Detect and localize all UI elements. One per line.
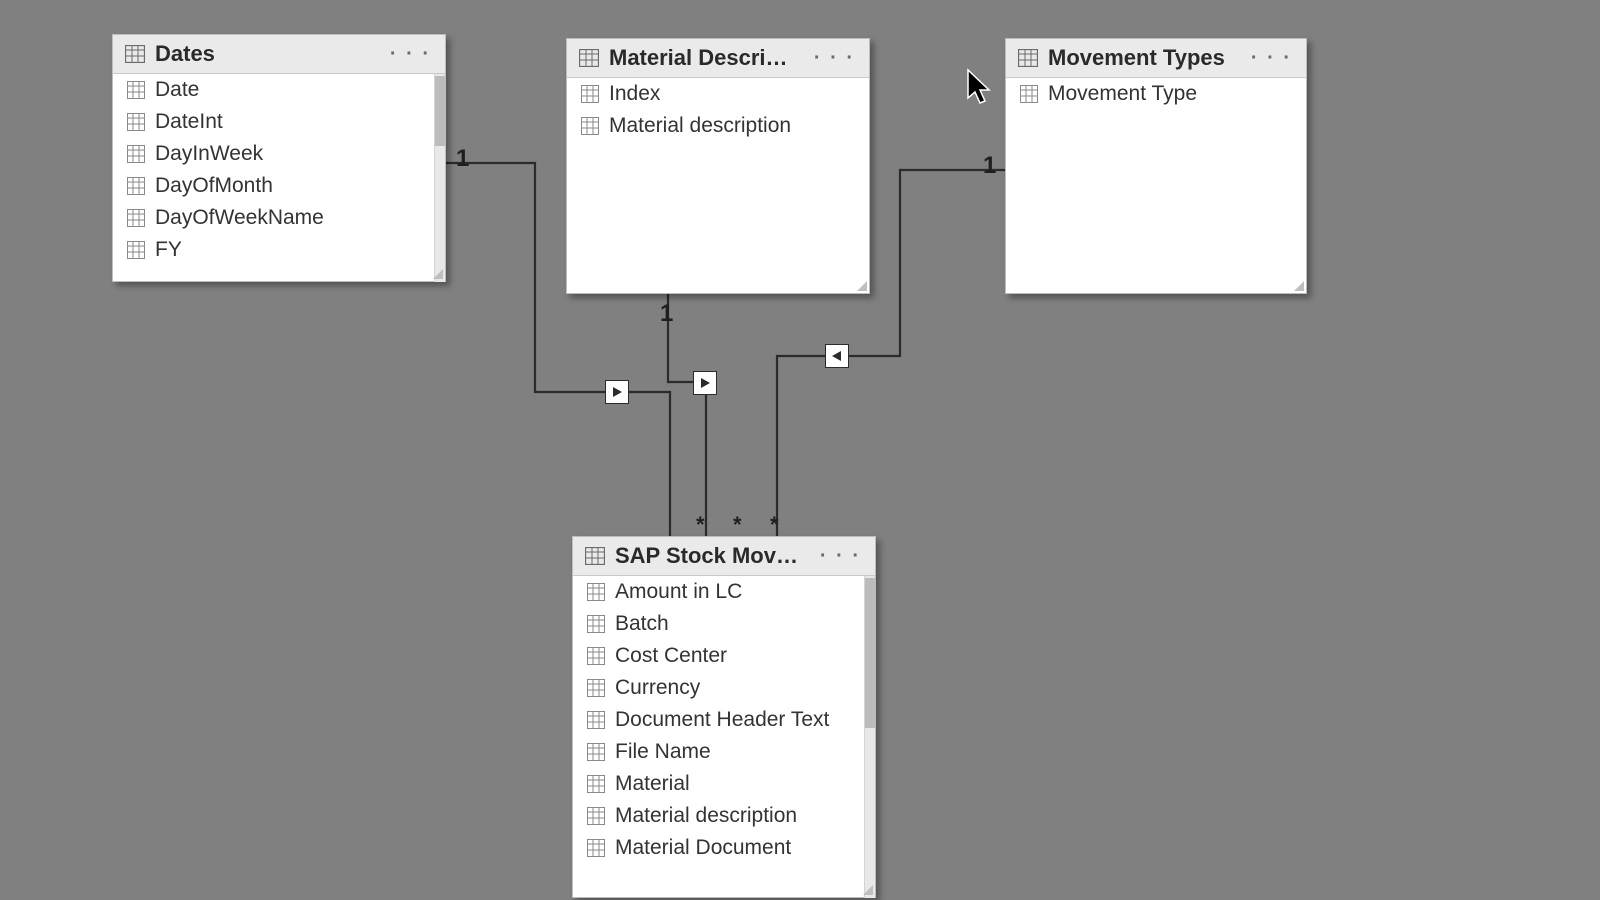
table-icon xyxy=(125,45,145,63)
field-item[interactable]: Cost Center xyxy=(573,640,875,672)
cardinality-one-movement: 1 xyxy=(983,152,996,180)
field-item[interactable]: Movement Type xyxy=(1006,78,1306,110)
cardinality-many-dates: * xyxy=(696,512,705,538)
table-title: Dates xyxy=(155,41,376,67)
table-header[interactable]: SAP Stock Movements · · · xyxy=(573,537,875,576)
field-item[interactable]: Batch xyxy=(573,608,875,640)
field-list[interactable]: Movement Type xyxy=(1006,78,1306,294)
resize-handle[interactable] xyxy=(857,281,867,291)
field-label: Material xyxy=(615,772,690,796)
column-icon xyxy=(1020,85,1038,103)
field-item[interactable]: File Name xyxy=(573,736,875,768)
resize-handle[interactable] xyxy=(1294,281,1304,291)
column-icon xyxy=(587,711,605,729)
cardinality-many-movement: * xyxy=(770,512,779,538)
field-list[interactable]: Date DateInt DayInWeek DayOfMonth DayOfW… xyxy=(113,74,445,282)
field-label: Material description xyxy=(615,804,797,828)
field-label: Material description xyxy=(609,114,791,138)
scrollbar[interactable] xyxy=(864,576,875,898)
table-header[interactable]: Material Description · · · xyxy=(567,39,869,78)
field-label: Cost Center xyxy=(615,644,727,668)
scrollbar-thumb[interactable] xyxy=(435,76,445,146)
field-label: DateInt xyxy=(155,110,223,134)
field-label: Document Header Text xyxy=(615,708,829,732)
field-item[interactable]: Amount in LC xyxy=(573,576,875,608)
field-label: Material Document xyxy=(615,836,791,860)
table-menu-button[interactable]: · · · xyxy=(816,545,865,568)
filter-direction-matdesc xyxy=(693,371,717,395)
field-item[interactable]: Material Document xyxy=(573,832,875,864)
table-material-description[interactable]: Material Description · · · Index Materia… xyxy=(566,38,870,294)
field-label: Amount in LC xyxy=(615,580,742,604)
field-item[interactable]: DateInt xyxy=(113,106,445,138)
field-label: Batch xyxy=(615,612,669,636)
field-item[interactable]: DayOfWeekName xyxy=(113,202,445,234)
field-item[interactable]: Material description xyxy=(573,800,875,832)
column-icon xyxy=(587,615,605,633)
table-title: Movement Types xyxy=(1048,45,1237,71)
field-item[interactable]: Currency xyxy=(573,672,875,704)
field-label: DayOfWeekName xyxy=(155,206,324,230)
table-title: Material Description xyxy=(609,45,800,71)
scrollbar-thumb[interactable] xyxy=(865,578,875,728)
field-label: Index xyxy=(609,82,660,106)
cardinality-one-dates: 1 xyxy=(456,145,469,173)
column-icon xyxy=(127,209,145,227)
column-icon xyxy=(587,807,605,825)
field-item[interactable]: DayInWeek xyxy=(113,138,445,170)
column-icon xyxy=(127,81,145,99)
filter-direction-dates xyxy=(605,380,629,404)
table-menu-button[interactable]: · · · xyxy=(386,43,435,66)
table-title: SAP Stock Movements xyxy=(615,543,806,569)
column-icon xyxy=(587,679,605,697)
column-icon xyxy=(587,583,605,601)
field-item[interactable]: DayOfMonth xyxy=(113,170,445,202)
column-icon xyxy=(127,241,145,259)
field-item[interactable]: Date xyxy=(113,74,445,106)
column-icon xyxy=(127,113,145,131)
field-item[interactable]: Material xyxy=(573,768,875,800)
table-header[interactable]: Movement Types · · · xyxy=(1006,39,1306,78)
field-item[interactable]: Material description xyxy=(567,110,869,142)
column-icon xyxy=(587,743,605,761)
field-item[interactable]: Document Header Text xyxy=(573,704,875,736)
table-menu-button[interactable]: · · · xyxy=(1247,47,1296,70)
resize-handle[interactable] xyxy=(863,885,873,895)
cursor-icon xyxy=(965,68,995,108)
table-movement-types[interactable]: Movement Types · · · Movement Type xyxy=(1005,38,1307,294)
column-icon xyxy=(581,117,599,135)
column-icon xyxy=(587,775,605,793)
field-item[interactable]: FY xyxy=(113,234,445,266)
resize-handle[interactable] xyxy=(433,269,443,279)
field-label: FY xyxy=(155,238,182,262)
cardinality-many-matdesc: * xyxy=(733,512,742,538)
table-menu-button[interactable]: · · · xyxy=(810,47,859,70)
field-label: Currency xyxy=(615,676,700,700)
table-header[interactable]: Dates · · · xyxy=(113,35,445,74)
column-icon xyxy=(581,85,599,103)
field-label: Movement Type xyxy=(1048,82,1197,106)
field-list[interactable]: Index Material description xyxy=(567,78,869,294)
cardinality-one-matdesc: 1 xyxy=(660,300,673,328)
column-icon xyxy=(587,839,605,857)
table-icon xyxy=(1018,49,1038,67)
table-dates[interactable]: Dates · · · Date DateInt DayInWeek DayOf… xyxy=(112,34,446,282)
field-label: DayOfMonth xyxy=(155,174,273,198)
field-label: File Name xyxy=(615,740,711,764)
scrollbar[interactable] xyxy=(434,74,445,282)
table-icon xyxy=(585,547,605,565)
field-label: Date xyxy=(155,78,199,102)
column-icon xyxy=(587,647,605,665)
table-sap-stock-movements[interactable]: SAP Stock Movements · · · Amount in LC B… xyxy=(572,536,876,898)
field-item[interactable]: Index xyxy=(567,78,869,110)
table-icon xyxy=(579,49,599,67)
filter-direction-movement xyxy=(825,344,849,368)
column-icon xyxy=(127,145,145,163)
column-icon xyxy=(127,177,145,195)
field-list[interactable]: Amount in LC Batch Cost Center Currency … xyxy=(573,576,875,898)
model-canvas[interactable]: 1 1 1 * * * Dates · · · Date xyxy=(0,0,1600,900)
field-label: DayInWeek xyxy=(155,142,263,166)
